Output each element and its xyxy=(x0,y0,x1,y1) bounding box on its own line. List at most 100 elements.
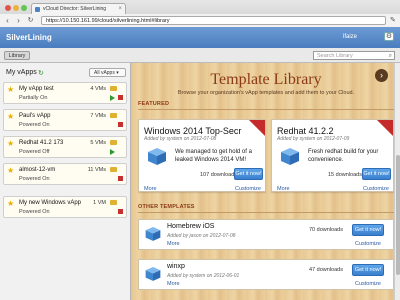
star-icon[interactable]: ★ xyxy=(7,166,14,175)
stop-icon[interactable] xyxy=(118,122,123,127)
get-it-now-button[interactable]: Get it now! xyxy=(362,168,391,180)
vapp-vm-count: 11 VMs xyxy=(87,167,106,173)
star-icon[interactable]: ★ xyxy=(7,112,14,121)
more-link[interactable]: More xyxy=(167,281,180,287)
customize-link[interactable]: Customize xyxy=(355,241,381,247)
gear-icon[interactable]: ⚙ xyxy=(384,32,394,41)
sub-navigation: Library Search Library ⌕ xyxy=(0,48,400,63)
stop-icon[interactable] xyxy=(118,176,123,181)
get-it-now-button[interactable]: Get it now! xyxy=(352,224,384,236)
template-description: We managed to get hold of a leaked Windo… xyxy=(175,149,252,163)
template-library: Template Library Browse your organizatio… xyxy=(132,63,400,300)
brand-title: SilverLining xyxy=(6,33,52,42)
template-title: winxp xyxy=(167,263,185,270)
vapp-name: My vApp test xyxy=(19,86,54,92)
template-added: Added by system on 2012-07-09 xyxy=(277,136,350,142)
reload-button[interactable]: ↻ xyxy=(26,16,35,25)
more-link[interactable]: More xyxy=(277,186,290,191)
sidebar-title: My vApps xyxy=(6,69,37,76)
sidebar: My vApps ↻ All vApps ▾ ★ My vApp test Pa… xyxy=(0,63,131,300)
featured-ribbon xyxy=(377,120,393,136)
browser-tab[interactable]: vCloud Director: SilverLining × xyxy=(31,3,126,14)
vapp-item[interactable]: ★ My vApp test Partially On 4 VMs xyxy=(3,82,127,104)
vapp-filter-select[interactable]: All vApps ▾ xyxy=(89,68,126,77)
template-row[interactable]: winxp Added by system on 2012-06-01 More… xyxy=(138,259,394,290)
template-added: Added by jason on 2012-07-08 xyxy=(167,233,236,239)
get-it-now-button[interactable]: Get it now! xyxy=(352,264,384,276)
favicon-icon xyxy=(35,7,40,12)
divider xyxy=(138,109,394,110)
more-link[interactable]: More xyxy=(144,186,157,191)
featured-template-card[interactable]: Windows 2014 Top-Secr Added by system on… xyxy=(138,119,266,192)
vapp-vm-count: 4 VMs xyxy=(90,86,106,92)
featured-template-card[interactable]: Redhat 41.2.2 Added by system on 2012-07… xyxy=(271,119,394,192)
browser-tab-title: vCloud Director: SilverLining xyxy=(43,6,107,12)
back-button[interactable]: ‹ xyxy=(3,16,12,25)
refresh-icon[interactable]: ↻ xyxy=(38,69,44,77)
vapp-name: My new Windows vApp xyxy=(19,200,82,206)
template-title: Homebrew iOS xyxy=(167,223,215,230)
search-icon: ⌕ xyxy=(388,53,392,59)
vapp-filter-value: All vApps xyxy=(94,70,115,76)
folder-icon[interactable] xyxy=(110,167,117,172)
vapp-template-icon xyxy=(148,148,166,165)
vapp-item[interactable]: ★ Redhat 41.2 173 Powered Off 5 VMs xyxy=(3,136,127,158)
wrench-icon[interactable]: ✎ xyxy=(390,16,396,24)
featured-heading: FEATURED xyxy=(138,101,170,107)
template-row[interactable]: Homebrew iOS Added by jason on 2012-07-0… xyxy=(138,219,394,250)
folder-icon[interactable] xyxy=(110,86,117,91)
scrollbar-thumb[interactable] xyxy=(396,155,400,275)
tab-close-icon[interactable]: × xyxy=(118,4,122,14)
window-close-button[interactable] xyxy=(5,5,11,11)
vapp-status: Powered On xyxy=(19,176,50,182)
template-downloads: 15 downloads xyxy=(328,172,362,178)
more-link[interactable]: More xyxy=(167,241,180,247)
main-scrollbar[interactable] xyxy=(394,63,400,300)
vapp-vm-count: 5 VMs xyxy=(90,140,106,146)
address-bar[interactable]: https://10.150.161.99/cloud/silverlining… xyxy=(41,16,386,25)
search-placeholder: Search Library xyxy=(317,53,353,59)
star-icon[interactable]: ★ xyxy=(7,139,14,148)
star-icon[interactable]: ★ xyxy=(7,85,14,94)
stop-icon[interactable] xyxy=(118,209,123,214)
vapp-name: Paul's vApp xyxy=(19,113,51,119)
vapp-vm-count: 1 VM xyxy=(93,200,106,206)
arrow-right-icon[interactable]: › xyxy=(375,69,388,82)
forward-button[interactable]: › xyxy=(14,16,23,25)
play-icon[interactable] xyxy=(110,149,115,155)
template-added: Added by system on 2012-06-01 xyxy=(167,273,240,279)
template-title: Windows 2014 Top-Secr xyxy=(144,126,242,136)
get-it-now-button[interactable]: Get it now! xyxy=(234,168,263,180)
play-icon[interactable] xyxy=(110,95,115,101)
star-icon[interactable]: ★ xyxy=(7,199,14,208)
stop-icon[interactable] xyxy=(118,95,123,100)
folder-icon[interactable] xyxy=(110,200,117,205)
user-name[interactable]: lfaize xyxy=(343,34,357,40)
app-header: SilverLining lfaize ⚙ xyxy=(0,27,400,48)
folder-icon[interactable] xyxy=(110,140,117,145)
vapp-template-icon xyxy=(145,266,161,281)
window-maximize-button[interactable] xyxy=(21,5,27,11)
customize-link[interactable]: Customize xyxy=(363,186,389,191)
template-description: Fresh redhat build for your convenience. xyxy=(308,149,379,163)
customize-link[interactable]: Customize xyxy=(355,281,381,287)
vapp-template-icon xyxy=(145,226,161,241)
folder-icon[interactable] xyxy=(110,113,117,118)
vapp-vm-count: 7 VMs xyxy=(90,113,106,119)
page-subtitle: Browse your organization's vApp template… xyxy=(177,90,355,96)
vapp-name: almost-12-vm xyxy=(19,167,56,173)
tab-library[interactable]: Library xyxy=(4,51,30,60)
other-templates-heading: OTHER TEMPLATES xyxy=(138,204,195,210)
vapp-status: Powered Off xyxy=(19,149,50,155)
vapp-item[interactable]: ★ almost-12-vm Powered On 11 VMs xyxy=(3,163,127,185)
vapp-status: Powered On xyxy=(19,122,50,128)
search-input[interactable]: Search Library ⌕ xyxy=(313,51,395,60)
vapp-item[interactable]: ★ My new Windows vApp Powered On 1 VM xyxy=(3,196,127,218)
template-title: Redhat 41.2.2 xyxy=(277,126,334,136)
browser-chrome: vCloud Director: SilverLining × ‹ › ↻ ht… xyxy=(0,0,400,27)
customize-link[interactable]: Customize xyxy=(235,186,261,191)
window-minimize-button[interactable] xyxy=(13,5,19,11)
vapp-status: Powered On xyxy=(19,209,50,215)
vapp-item[interactable]: ★ Paul's vApp Powered On 7 VMs xyxy=(3,109,127,131)
page-title: Template Library xyxy=(210,71,322,88)
